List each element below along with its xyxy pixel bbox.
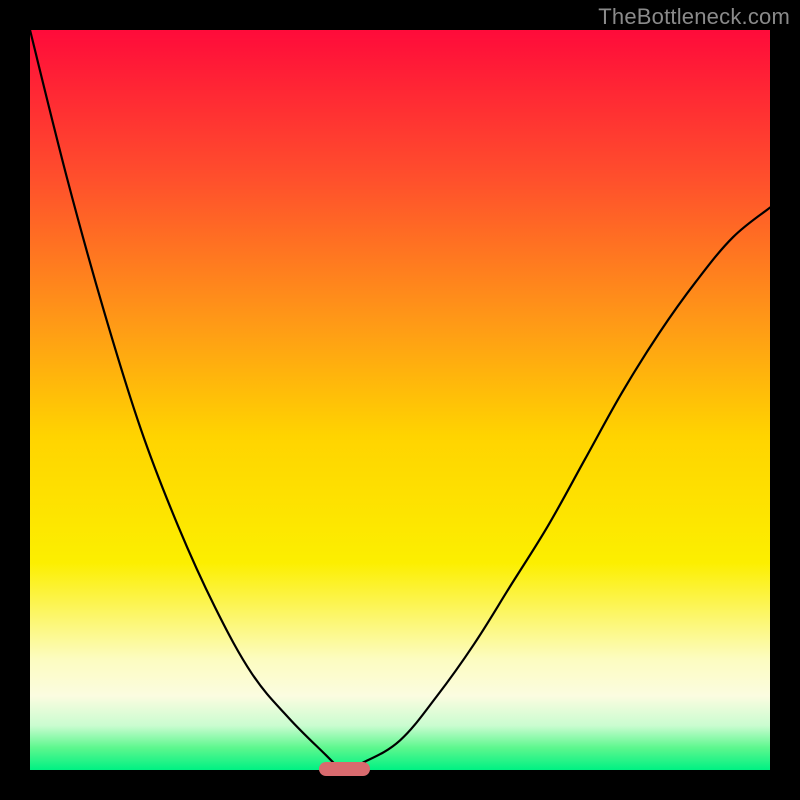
plot-background-gradient	[30, 30, 770, 770]
bottleneck-marker	[319, 762, 371, 776]
watermark-text: TheBottleneck.com	[598, 4, 790, 30]
chart-frame: TheBottleneck.com	[0, 0, 800, 800]
